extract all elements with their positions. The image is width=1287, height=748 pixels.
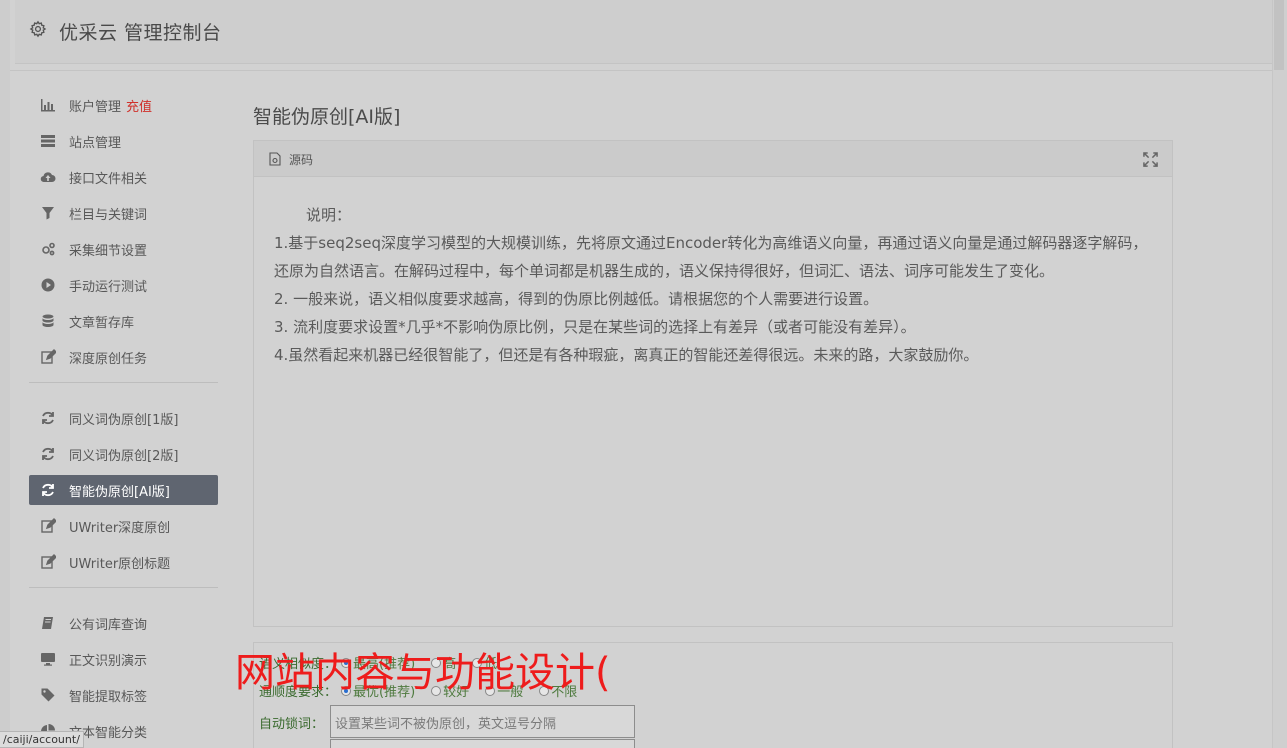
panel-header: 源码 — [254, 141, 1172, 177]
sidebar-item-label: 智能提取标签 — [69, 689, 148, 705]
sidebar-item-label: 文章暂存库 — [69, 315, 135, 331]
recharge-link[interactable]: 充值 — [126, 96, 152, 115]
sidebar-item-interface-files[interactable]: 接口文件相关 — [29, 162, 218, 192]
description-line: 4.虽然看起来机器已经很智能了，但还是有各种瑕疵，离真正的智能还差得很远。未来的… — [274, 346, 979, 364]
refresh-icon — [39, 482, 57, 498]
bar-chart-icon — [39, 97, 57, 113]
description-intro: 说明： — [306, 206, 352, 224]
cloud-upload-icon — [39, 169, 57, 185]
header-divider — [10, 70, 1272, 71]
gears-icon — [39, 241, 57, 257]
sidebar-item-label: 公有词库查询 — [69, 617, 148, 633]
sidebar-item-label: 账户管理 — [69, 99, 122, 115]
status-bar-url: /caiji/account/ — [0, 731, 84, 748]
autolock-secondary-input[interactable] — [330, 739, 635, 748]
fullscreen-icon[interactable] — [1143, 152, 1158, 167]
play-circle-icon — [39, 277, 57, 293]
sidebar-item-manual-test[interactable]: 手动运行测试 — [29, 270, 218, 300]
sidebar-item-article-storage[interactable]: 文章暂存库 — [29, 306, 218, 336]
sidebar-item-account[interactable]: 账户管理 充值 — [29, 90, 218, 120]
sidebar-item-sites[interactable]: 站点管理 — [29, 126, 218, 156]
description-line: 3. 流利度要求设置*几乎*不影响伪原比例，只是在某些词的选择上有差异（或者可能… — [274, 318, 916, 336]
sidebar-item-label: 采集细节设置 — [69, 243, 148, 259]
source-panel: 源码 说明： 1.基于seq2seq深度学习模型的大规模训练，先将原文通过Enc… — [253, 140, 1173, 627]
edit-icon — [39, 554, 57, 570]
sidebar-item-label: 智能伪原创[AI版] — [69, 484, 170, 500]
vertical-scrollbar[interactable] — [1272, 0, 1287, 748]
sidebar-item-text-recognition[interactable]: 正文识别演示 — [29, 644, 218, 674]
book-icon — [39, 615, 57, 631]
panel-body: 说明： 1.基于seq2seq深度学习模型的大规模训练，先将原文通过Encode… — [254, 177, 1172, 369]
sidebar-item-ai-rewrite[interactable]: 智能伪原创[AI版] — [29, 475, 218, 505]
sidebar-divider — [29, 382, 218, 383]
sidebar-item-label: 接口文件相关 — [69, 171, 148, 187]
sidebar-item-public-thesaurus[interactable]: 公有词库查询 — [29, 608, 218, 638]
sidebar-item-label: 站点管理 — [69, 135, 122, 151]
description-line: 1.基于seq2seq深度学习模型的大规模训练，先将原文通过Encoder转化为… — [274, 234, 1148, 280]
sidebar-item-uwriter-deep[interactable]: UWriter深度原创 — [29, 511, 218, 541]
watermark-overlay-text: 网站内容与功能设计( — [235, 650, 611, 696]
database-icon — [39, 313, 57, 329]
sidebar-item-extract-tags[interactable]: 智能提取标签 — [29, 680, 218, 710]
sidebar-item-label: 同义词伪原创[2版] — [69, 448, 179, 464]
refresh-icon — [39, 410, 57, 426]
edit-icon — [39, 518, 57, 534]
sidebar-item-label: 深度原创任务 — [69, 351, 148, 367]
desktop-icon — [39, 651, 57, 667]
panel-header-label: 源码 — [289, 153, 314, 167]
autolock-input[interactable]: 设置某些词不被伪原创，英文逗号分隔 — [330, 705, 635, 738]
description-line: 2. 一般来说，语义相似度要求越高，得到的伪原比例越低。请根据您的个人需要进行设… — [274, 290, 879, 308]
sidebar-nav: 账户管理 充值 站点管理 接口文件相关 栏目与关键词 采集细节设置 手动运行测试… — [29, 90, 218, 748]
app-title: 优采云 管理控制台 — [59, 22, 222, 44]
server-icon — [39, 133, 57, 149]
document-icon — [269, 152, 281, 166]
sidebar-item-label: 手动运行测试 — [69, 279, 148, 295]
scrollbar-thumb[interactable] — [1274, 0, 1284, 70]
sidebar-item-columns-keywords[interactable]: 栏目与关键词 — [29, 198, 218, 228]
app-header: 优采云 管理控制台 — [15, 0, 1272, 64]
sidebar-divider — [29, 587, 218, 588]
sidebar-item-label: UWriter深度原创 — [69, 520, 171, 536]
sidebar-item-label: 正文识别演示 — [69, 653, 148, 669]
sidebar-item-deep-original-task[interactable]: 深度原创任务 — [29, 342, 218, 372]
autolock-row: 自动锁词： — [259, 713, 324, 732]
refresh-icon — [39, 446, 57, 462]
edit-icon — [39, 349, 57, 365]
filter-icon — [39, 205, 57, 221]
sidebar-item-synonym-v2[interactable]: 同义词伪原创[2版] — [29, 439, 218, 469]
page-left-edge — [0, 0, 10, 748]
sidebar-item-label: 栏目与关键词 — [69, 207, 148, 223]
sidebar-item-collection-settings[interactable]: 采集细节设置 — [29, 234, 218, 264]
tag-icon — [39, 687, 57, 703]
sidebar-item-synonym-v1[interactable]: 同义词伪原创[1版] — [29, 403, 218, 433]
sidebar-item-uwriter-title[interactable]: UWriter原创标题 — [29, 547, 218, 577]
sidebar-item-label: UWriter原创标题 — [69, 556, 171, 572]
sidebar-item-label: 同义词伪原创[1版] — [69, 412, 179, 428]
gear-icon — [29, 20, 47, 38]
autolock-label: 自动锁词： — [259, 717, 325, 732]
page-title: 智能伪原创[AI版] — [253, 106, 401, 128]
